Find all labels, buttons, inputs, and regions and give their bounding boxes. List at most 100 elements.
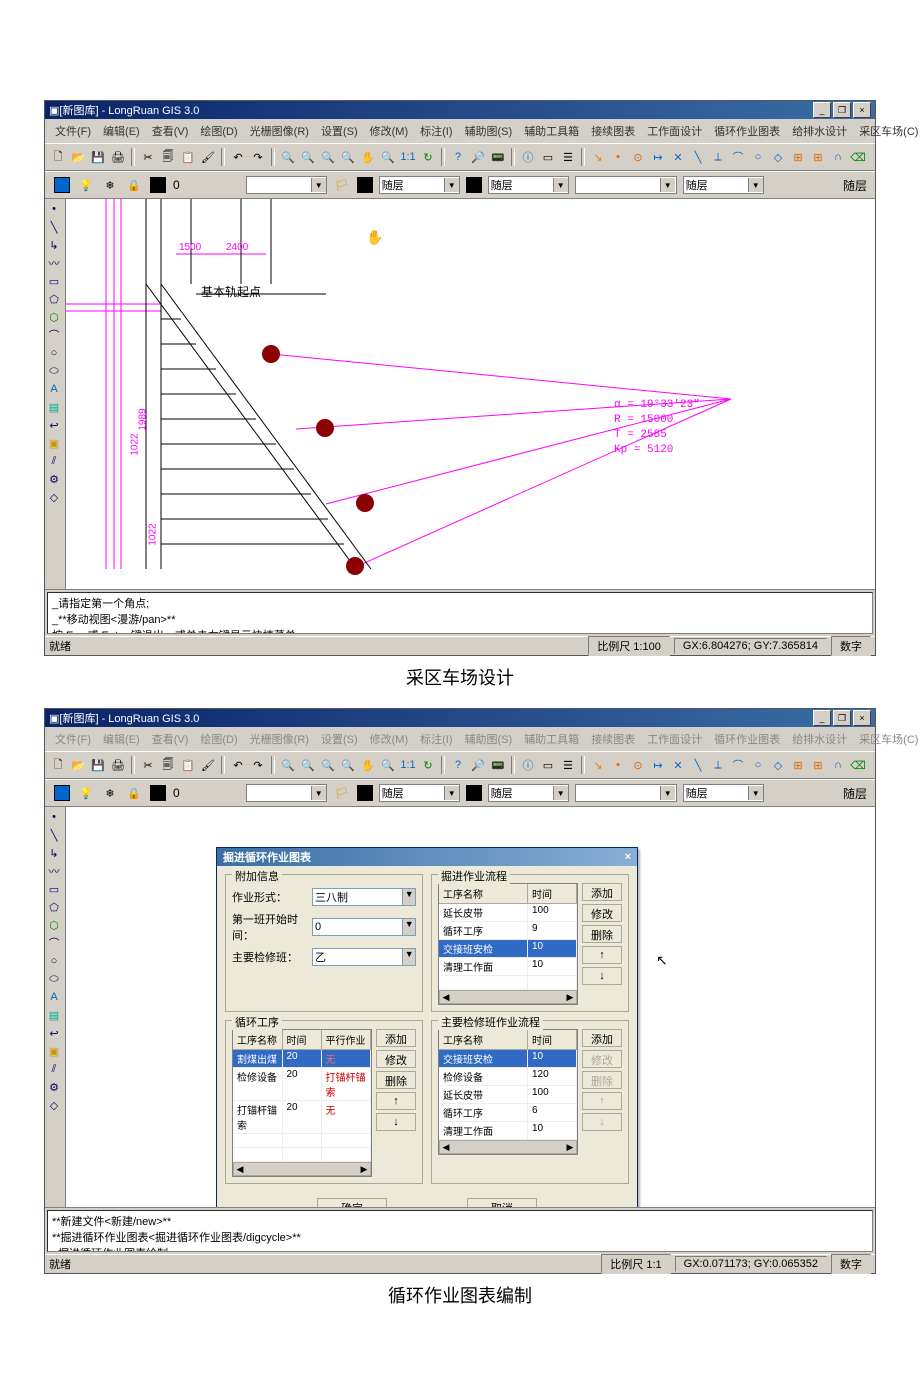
circle-icon[interactable]: ○: [46, 345, 62, 361]
undo-icon[interactable]: ↶: [229, 756, 247, 774]
pan-icon[interactable]: ✋: [359, 148, 377, 166]
ellipse-icon[interactable]: ⬭: [46, 971, 62, 987]
color-input[interactable]: [380, 178, 444, 192]
spline-icon[interactable]: 〰: [46, 863, 62, 879]
tool-clr-icon[interactable]: ⌫: [849, 756, 867, 774]
menu-annotate[interactable]: 标注(I): [414, 121, 458, 141]
menu-annotate[interactable]: 标注(I): [414, 729, 458, 749]
color-swatch[interactable]: [53, 784, 71, 802]
tool-i-icon[interactable]: ○: [749, 756, 767, 774]
modify-button[interactable]: 修改: [582, 1050, 622, 1068]
down-button[interactable]: ↓: [582, 1113, 622, 1131]
paste-icon[interactable]: 📋: [179, 148, 197, 166]
grid1-icon[interactable]: ⊞: [789, 148, 807, 166]
open-icon[interactable]: 📂: [69, 756, 87, 774]
close-button[interactable]: ×: [853, 710, 871, 726]
tool-d-icon[interactable]: ↦: [649, 148, 667, 166]
menu-edit[interactable]: 编辑(E): [97, 121, 146, 141]
zoom-realtime-icon[interactable]: 🔍: [339, 756, 357, 774]
color-current[interactable]: [357, 785, 373, 801]
arrow-icon[interactable]: ↳: [46, 237, 62, 253]
menu-yard[interactable]: 采区车场(C): [853, 729, 920, 749]
find-icon[interactable]: 🔎: [469, 756, 487, 774]
tool-h-icon[interactable]: ⌒: [729, 148, 747, 166]
ellipse-icon[interactable]: ⬭: [46, 363, 62, 379]
menu-cycle[interactable]: 循环作业图表: [708, 121, 786, 141]
layer-icon[interactable]: ▭: [539, 148, 557, 166]
delete-button[interactable]: 删除: [376, 1071, 416, 1089]
menu-face[interactable]: 工作面设计: [641, 121, 708, 141]
delete-button[interactable]: 删除: [582, 1071, 622, 1089]
text-icon[interactable]: A: [46, 381, 62, 397]
print-icon[interactable]: 🖨: [109, 148, 127, 166]
layer-input[interactable]: [247, 786, 311, 800]
point-icon[interactable]: •: [46, 809, 62, 825]
style-select[interactable]: ▼: [683, 176, 764, 194]
diamond-icon[interactable]: ◇: [46, 1097, 62, 1113]
menu-file[interactable]: 文件(F): [49, 729, 97, 749]
dialog-close-button[interactable]: ×: [625, 851, 631, 863]
cycle-table[interactable]: 工序名称时间平行作业 割煤出煤20无 检修设备20打锚杆锚索 打锚杆锚索20无 …: [232, 1029, 372, 1177]
note-icon[interactable]: ▤: [46, 1007, 62, 1023]
save-icon[interactable]: 💾: [89, 148, 107, 166]
print-icon[interactable]: 🖨: [109, 756, 127, 774]
lineweight-select[interactable]: ▼: [575, 784, 677, 802]
tool-e-icon[interactable]: ✕: [669, 148, 687, 166]
canvas[interactable]: 掘进循环作业图表 × 附加信息 作业形式： ▼ 第一班开始时间：: [66, 807, 875, 1207]
redo-icon[interactable]: ↷: [249, 148, 267, 166]
tool-g-icon[interactable]: ⟂: [709, 756, 727, 774]
refresh-icon[interactable]: ↻: [419, 148, 437, 166]
open-icon[interactable]: 📂: [69, 148, 87, 166]
props-icon[interactable]: ☰: [559, 756, 577, 774]
color-swatch[interactable]: [53, 176, 71, 194]
tool-clr-icon[interactable]: ⌫: [849, 148, 867, 166]
zoom-window-icon[interactable]: 🔍: [279, 756, 297, 774]
delete-button[interactable]: 删除: [582, 925, 622, 943]
style-select[interactable]: ▼: [683, 784, 764, 802]
menu-draw[interactable]: 绘图(D): [194, 121, 243, 141]
style-input[interactable]: [684, 786, 748, 800]
menu-water[interactable]: 给排水设计: [786, 729, 853, 749]
polygon-icon[interactable]: ⬠: [46, 899, 62, 915]
polygon-icon[interactable]: ⬠: [46, 291, 62, 307]
hatch-icon[interactable]: ⫽: [46, 1061, 62, 1077]
gear-icon[interactable]: ⚙: [46, 1079, 62, 1095]
cut-icon[interactable]: ✂: [139, 148, 157, 166]
tool-a-icon[interactable]: ↘: [589, 148, 607, 166]
lineweight-input[interactable]: [576, 178, 660, 192]
flow-table[interactable]: 工序名称时间 延长皮带100 循环工序9 交接班安检10 清理工作面10 ◀▶: [438, 883, 578, 1005]
menu-aux[interactable]: 辅助图(S): [459, 121, 519, 141]
text-icon[interactable]: A: [46, 989, 62, 1005]
tool-h-icon[interactable]: ⌒: [729, 756, 747, 774]
layer-input[interactable]: [247, 178, 311, 192]
return-icon[interactable]: ↩: [46, 1025, 62, 1041]
linetype-swatch[interactable]: [466, 785, 482, 801]
layer-select[interactable]: ▼: [246, 176, 327, 194]
tool-g-icon[interactable]: ⟂: [709, 148, 727, 166]
copy-icon[interactable]: 🗐: [159, 148, 177, 166]
hex-icon[interactable]: ⬡: [46, 917, 62, 933]
new-icon[interactable]: 🗋: [49, 756, 67, 774]
menu-draw[interactable]: 绘图(D): [194, 729, 243, 749]
menu-modify[interactable]: 修改(M): [364, 729, 415, 749]
tool-f-icon[interactable]: ╲: [689, 756, 707, 774]
modify-button[interactable]: 修改: [376, 1050, 416, 1068]
layer-icon[interactable]: ▭: [539, 756, 557, 774]
close-button[interactable]: ×: [853, 102, 871, 118]
command-text[interactable]: **新建文件<新建/new>** **掘进循环作业图表<掘进循环作业图表/dig…: [47, 1210, 873, 1252]
circle-icon[interactable]: ○: [46, 953, 62, 969]
layer-freeze-icon[interactable]: ❄: [101, 784, 119, 802]
layer-light-icon[interactable]: 💡: [77, 784, 95, 802]
tool-int-icon[interactable]: ∩: [829, 756, 847, 774]
menu-modify[interactable]: 修改(M): [364, 121, 415, 141]
tool-d-icon[interactable]: ↦: [649, 756, 667, 774]
color-input[interactable]: [380, 786, 444, 800]
menu-settings[interactable]: 设置(S): [315, 729, 364, 749]
check-select[interactable]: ▼: [312, 948, 416, 966]
menu-file[interactable]: 文件(F): [49, 121, 97, 141]
menu-raster[interactable]: 光栅图像(R): [244, 729, 315, 749]
point-icon[interactable]: •: [46, 201, 62, 217]
hatch-icon[interactable]: ⫽: [46, 453, 62, 469]
mode-select[interactable]: ▼: [312, 888, 416, 906]
zoom-window-icon[interactable]: 🔍: [279, 148, 297, 166]
